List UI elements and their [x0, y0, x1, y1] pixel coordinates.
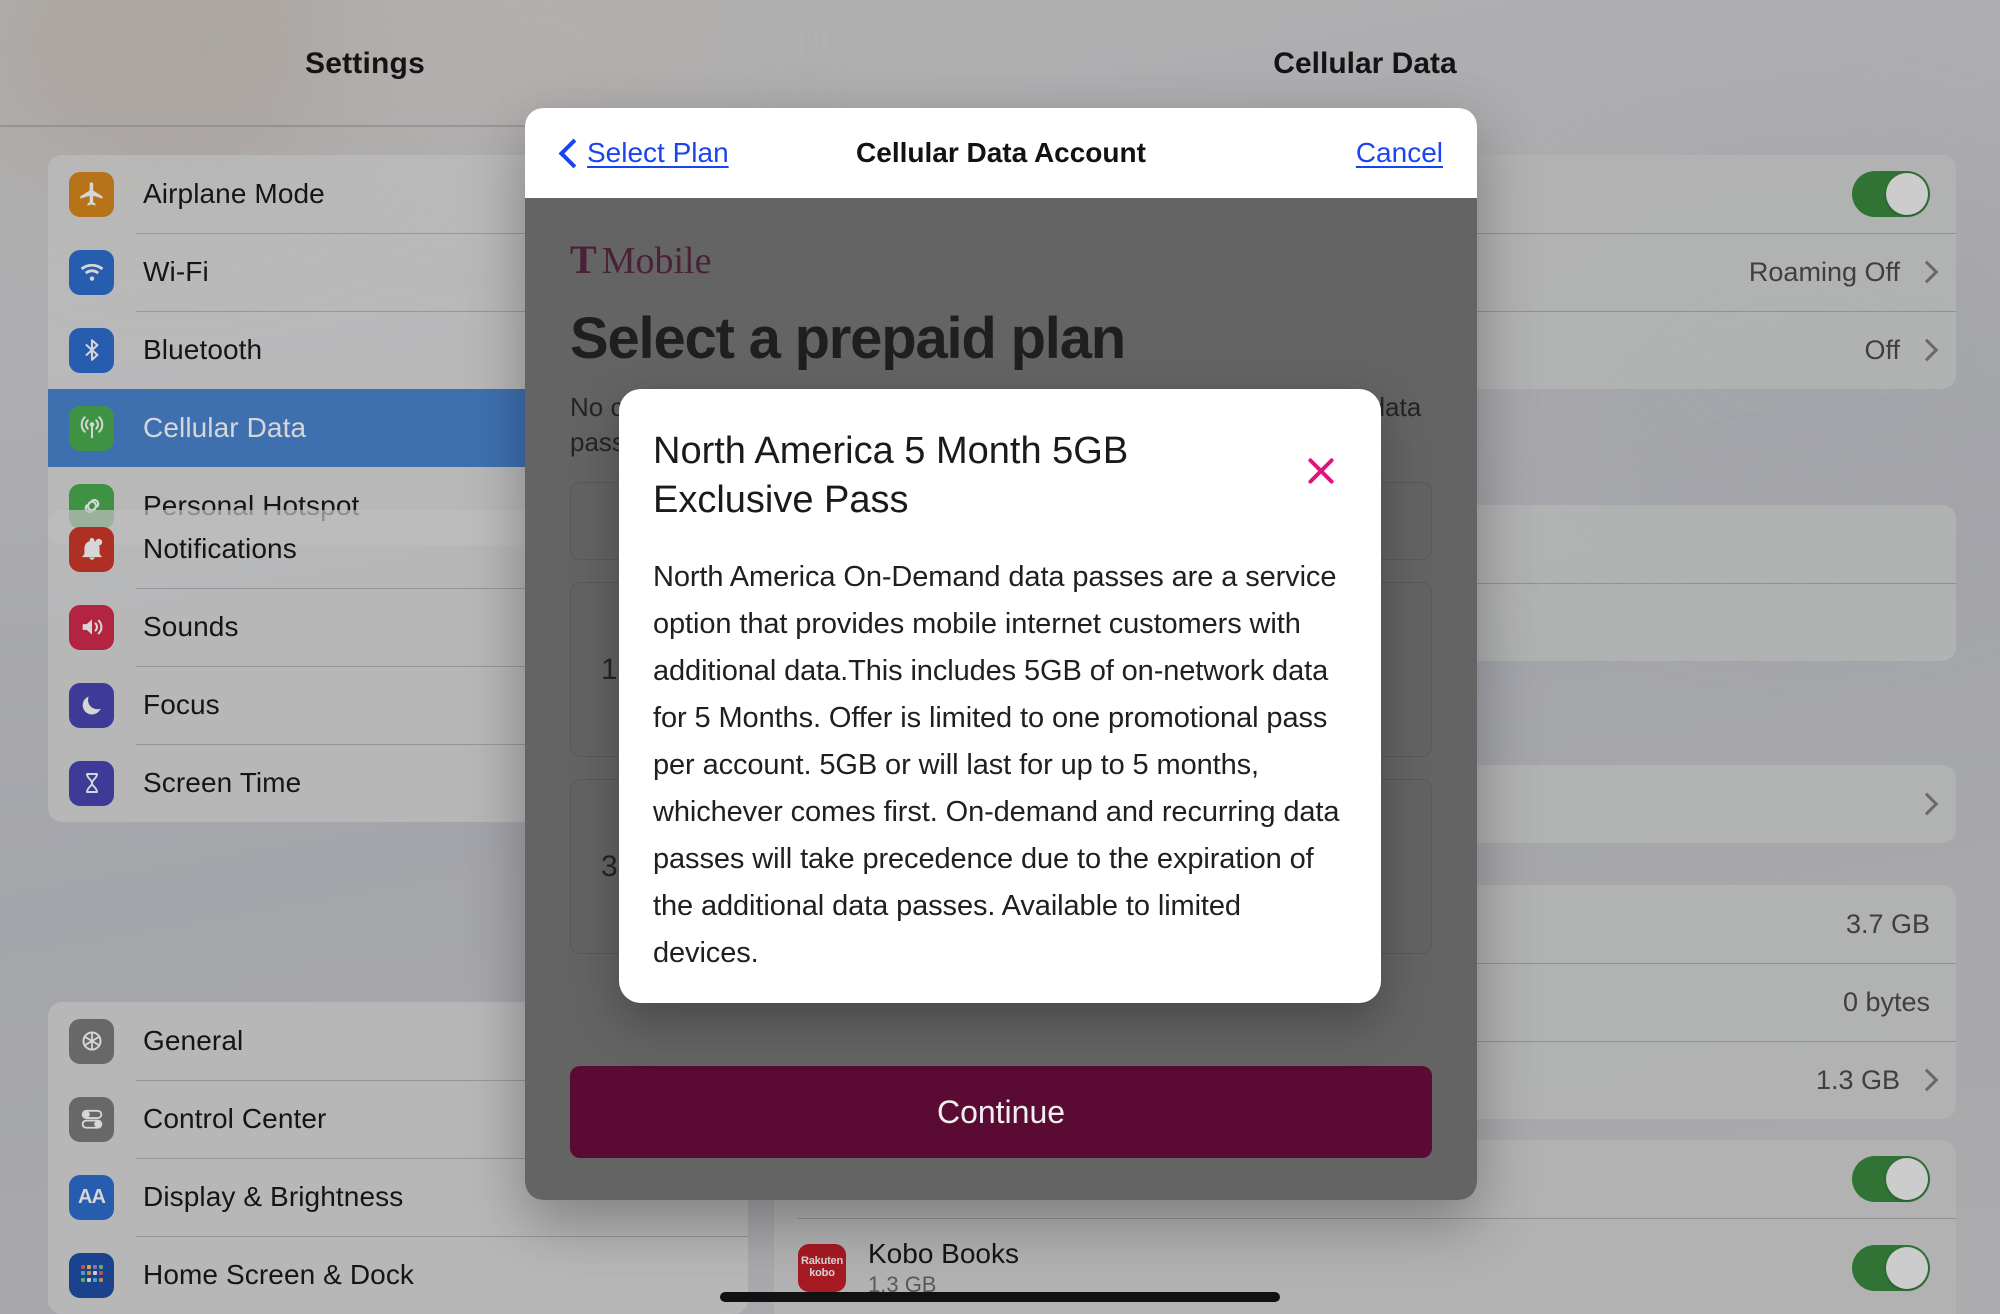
back-button-label: Select Plan [587, 137, 729, 168]
continue-button[interactable]: Continue [570, 1066, 1432, 1158]
chevron-left-icon [559, 139, 575, 167]
screen: Settings Airplane Mode Wi-Fi Bluetooth C… [0, 0, 2000, 1314]
cancel-button[interactable]: Cancel [1356, 137, 1443, 169]
sheet-navigation-bar: Select Plan Cellular Data Account Cancel [525, 108, 1477, 198]
close-icon[interactable] [1301, 451, 1341, 491]
dialog-header: North America 5 Month 5GB Exclusive Pass [653, 427, 1347, 526]
dialog-title: North America 5 Month 5GB Exclusive Pass [653, 430, 1129, 522]
dialog-body-text: North America On-Demand data passes are … [653, 560, 1340, 969]
pass-details-dialog: North America 5 Month 5GB Exclusive Pass… [619, 389, 1381, 1003]
back-button[interactable]: Select Plan [559, 137, 729, 169]
home-indicator [720, 1292, 1280, 1302]
